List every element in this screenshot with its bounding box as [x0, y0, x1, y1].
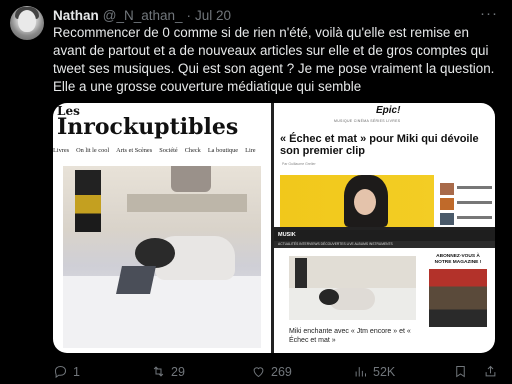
epic-sidebar	[440, 183, 492, 227]
heart-icon	[253, 367, 264, 378]
tweet-header: Nathan @_N_athan_ · Jul 20	[53, 7, 231, 23]
reply-button[interactable]: 1	[53, 364, 80, 379]
like-button[interactable]: 269	[251, 364, 292, 379]
article-photo-bedroom	[63, 166, 261, 348]
magazine-ad-text: ABONNEZ-VOUS À NOTRE MAGAZINE !	[434, 254, 482, 265]
epic-byline: Par Guillaume Grelier	[282, 162, 316, 166]
author-name[interactable]: Nathan	[53, 8, 99, 23]
tweet-actions: 1 29 269 52K	[53, 364, 505, 380]
magazine-ad: ABONNEZ-VOUS À NOTRE MAGAZINE !	[429, 254, 487, 336]
tweet-text: Recommencer de 0 comme si de rien n'été,…	[53, 25, 495, 94]
article-photo-bed	[289, 256, 416, 320]
author-handle[interactable]: @_N_athan_	[103, 8, 183, 23]
share-icon	[485, 365, 496, 377]
inrockuptibles-nav: Livres On lit le cool Arts et Scènes Soc…	[53, 147, 256, 154]
retweet-count: 29	[171, 364, 185, 379]
bookmark-icon	[456, 366, 465, 378]
epic-logo: Epic!	[376, 105, 401, 116]
separator-dot: ·	[186, 7, 192, 23]
bookmark-button[interactable]	[453, 364, 468, 379]
retweet-button[interactable]: 29	[151, 364, 185, 379]
retweet-icon	[153, 366, 164, 377]
avatar[interactable]	[10, 6, 44, 40]
media-image-epic[interactable]: Epic! MUSIQUE CINÉMA SÉRIES LIVRES « Éch…	[274, 103, 495, 227]
views-icon	[355, 367, 366, 377]
inrockuptibles-logo: Les Inrockuptibles	[57, 104, 239, 140]
media-image-inrockuptibles[interactable]: Les Inrockuptibles Livres On lit le cool…	[53, 103, 271, 353]
article-photo-yellow	[280, 175, 434, 227]
avatar-face	[18, 10, 36, 32]
share-button[interactable]	[483, 364, 498, 379]
reply-count: 1	[73, 364, 80, 379]
musik-header: MUSIK	[274, 230, 495, 241]
tweet-media[interactable]: Les Inrockuptibles Livres On lit le cool…	[53, 103, 495, 353]
epic-nav: MUSIQUE CINÉMA SÉRIES LIVRES	[334, 119, 401, 123]
epic-article-title: « Échec et mat » pour Miki qui dévoile s…	[280, 133, 479, 157]
magazine-cover	[429, 269, 487, 327]
ellipsis-icon[interactable]: ···	[480, 5, 498, 22]
views-button[interactable]: 52K	[353, 364, 395, 379]
reply-icon	[54, 365, 67, 379]
musik-logo: MUSIK	[278, 232, 296, 238]
tweet-date[interactable]: Jul 20	[195, 8, 231, 23]
media-image-musik[interactable]: MUSIK ACTUALITÉS INTERVIEWS DÉCOUVERTES …	[274, 230, 495, 353]
like-count: 269	[271, 364, 292, 379]
musik-nav: ACTUALITÉS INTERVIEWS DÉCOUVERTES LIVE A…	[274, 241, 495, 248]
views-count: 52K	[373, 364, 396, 379]
musik-article-caption: Miki enchante avec « Jtm encore » et « É…	[289, 328, 411, 344]
